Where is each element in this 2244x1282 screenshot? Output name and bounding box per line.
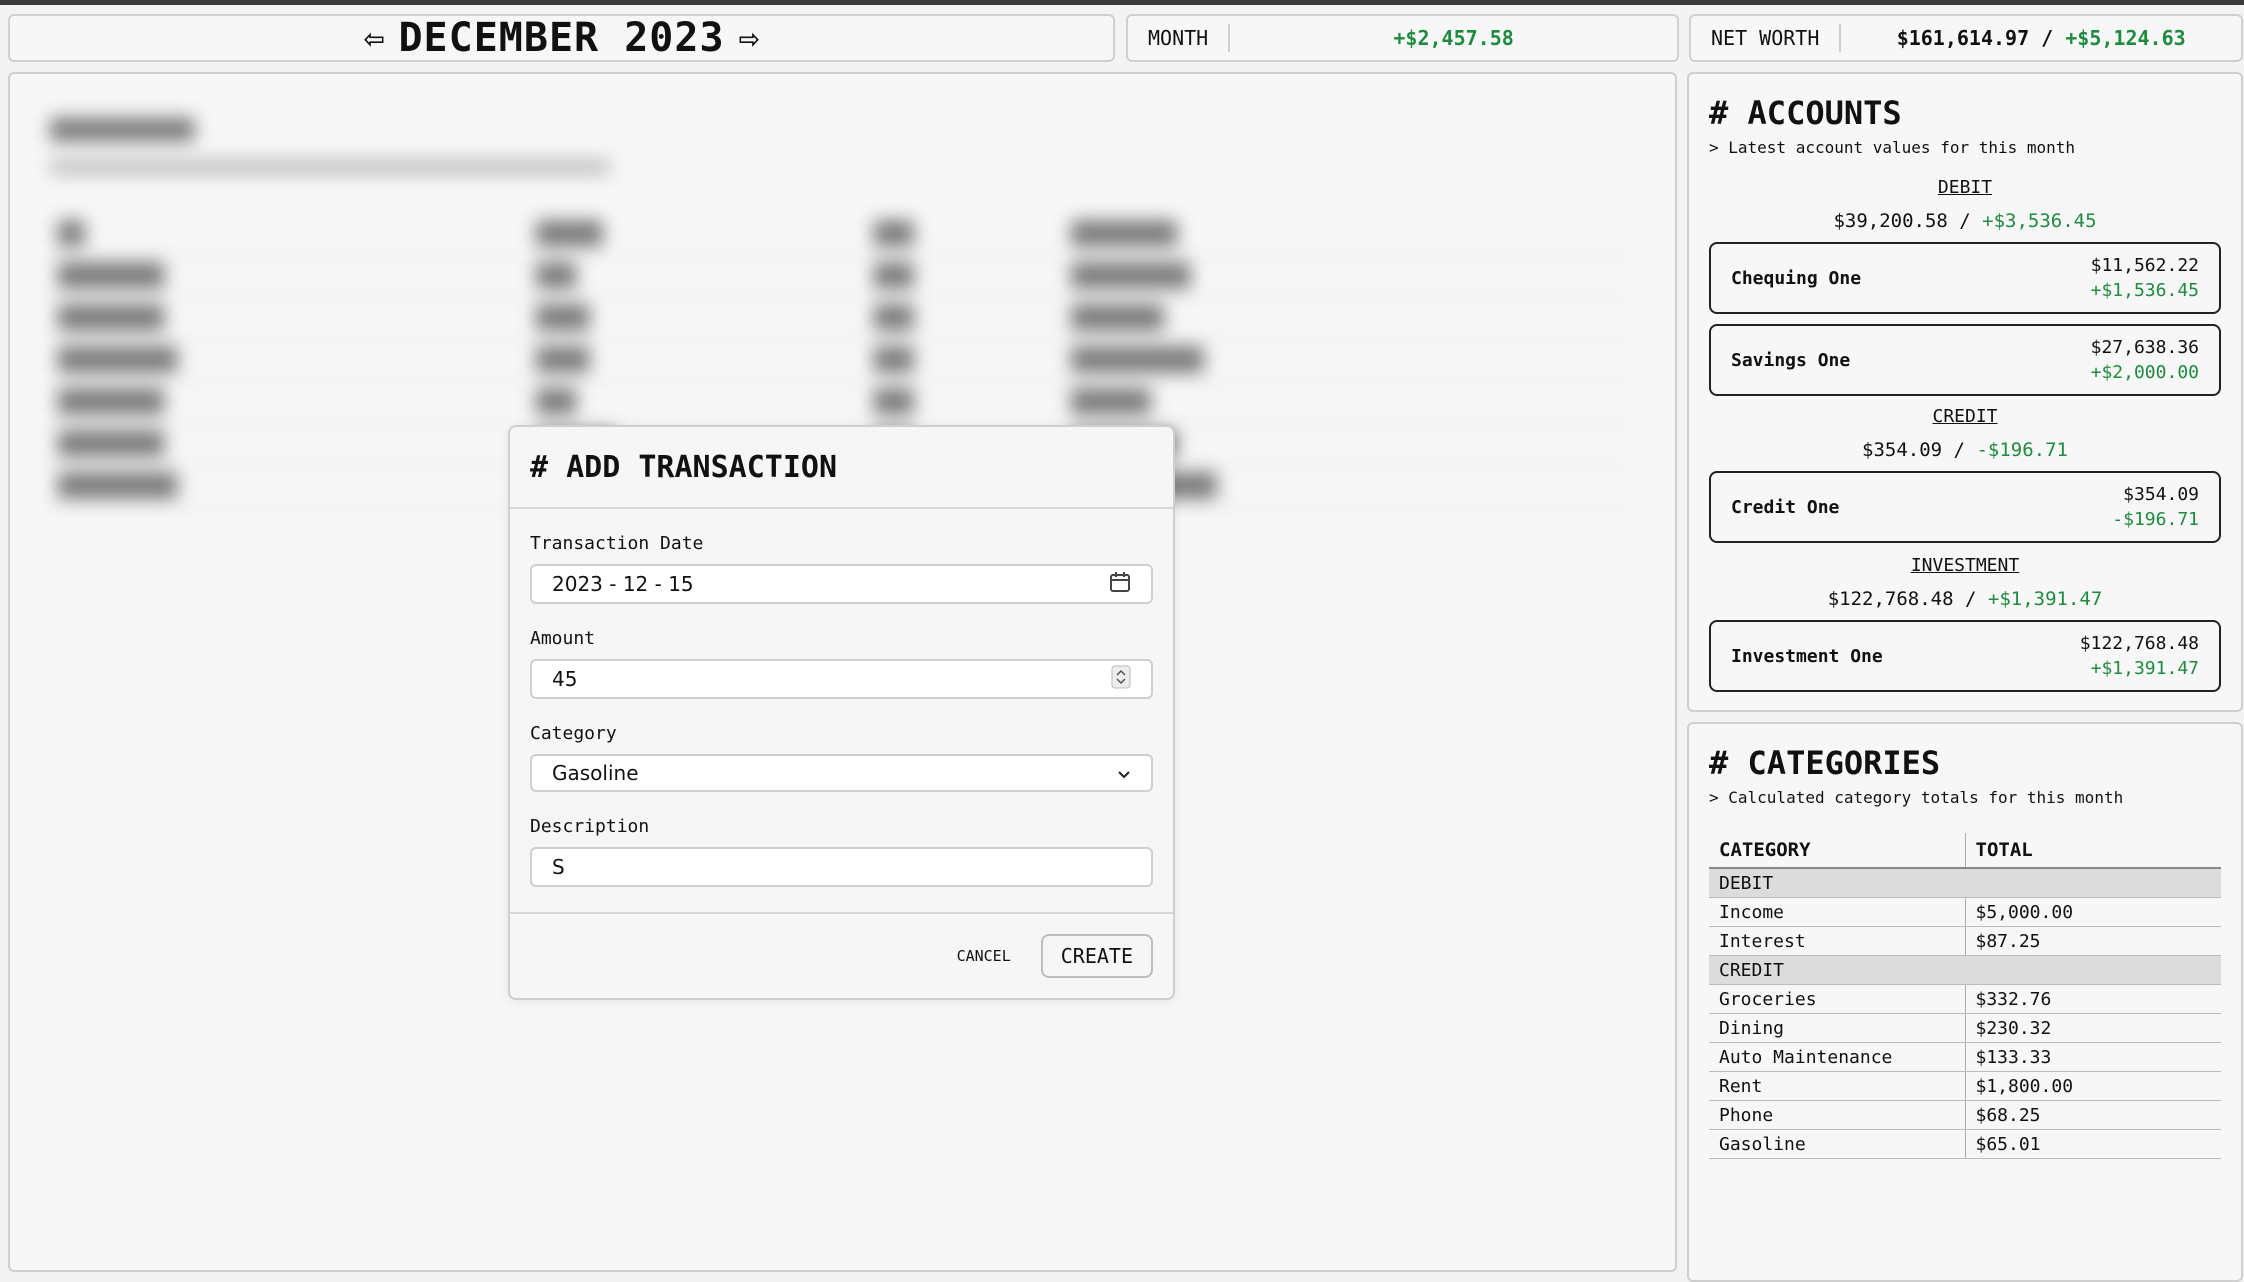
add-transaction-modal: # ADD TRANSACTION Transaction Date 2023 … — [508, 425, 1175, 1000]
account-name: Investment One — [1731, 645, 1883, 667]
table-row: Phone $68.25 — [1709, 1100, 2221, 1130]
net-worth-separator: / — [2029, 26, 2066, 50]
transaction-date-input[interactable]: 2023 - 12 - 15 — [530, 564, 1153, 604]
group-total-value: $39,200.58 — [1833, 210, 1948, 232]
categories-title: # CATEGORIES — [1709, 744, 1941, 782]
description-label: Description — [530, 816, 650, 837]
amount-input[interactable]: 45 — [530, 659, 1153, 699]
net-worth-summary: NET WORTH $161,614.97 / +$5,124.63 — [1689, 14, 2243, 62]
create-button[interactable]: CREATE — [1040, 934, 1153, 978]
month-value: +$2,457.58 — [1393, 26, 1514, 50]
category-total: $5,000.00 — [1964, 897, 2221, 927]
transaction-date-value: 2023 - 12 - 15 — [552, 572, 694, 596]
month-navigation: ⇦ DECEMBER 2023 ⇨ — [8, 14, 1115, 62]
column-header-total: TOTAL — [1964, 833, 2221, 869]
account-card-investment-one[interactable]: Investment One $122,768.48 +$1,391.47 — [1709, 620, 2221, 692]
description-value: S — [552, 855, 565, 879]
group-total-change: -$196.71 — [1976, 439, 2068, 461]
category-total: $87.25 — [1964, 926, 2221, 956]
categories-panel: # CATEGORIES > Calculated category total… — [1687, 722, 2243, 1282]
month-summary: MONTH +$2,457.58 — [1126, 14, 1679, 62]
table-group-row: CREDIT — [1709, 955, 2221, 985]
category-name: Groceries — [1709, 984, 1965, 1014]
account-change: +$1,536.45 — [2090, 280, 2199, 301]
group-label-credit: CREDIT — [1709, 955, 2221, 985]
account-card-chequing-one[interactable]: Chequing One $11,562.22 +$1,536.45 — [1709, 242, 2221, 314]
account-value: $122,768.48 — [2079, 633, 2199, 654]
table-row: Interest $87.25 — [1709, 926, 2221, 956]
account-group-investment-label: INVESTMENT — [1910, 555, 2020, 576]
category-name: Gasoline — [1709, 1129, 1965, 1159]
net-worth-value: $161,614.97 / +$5,124.63 — [1841, 26, 2241, 50]
month-label: MONTH — [1128, 24, 1231, 52]
table-row: Income $5,000.00 — [1709, 897, 2221, 927]
account-change: +$2,000.00 — [2090, 362, 2199, 383]
category-select[interactable]: Gasoline — [530, 754, 1153, 792]
table-row: Groceries $332.76 — [1709, 984, 2221, 1014]
account-group-debit-total: $39,200.58 / +$3,536.45 — [1833, 210, 2097, 232]
category-total: $332.76 — [1964, 984, 2221, 1014]
account-change: +$1,391.47 — [2090, 658, 2199, 679]
category-value: Gasoline — [552, 761, 639, 785]
category-name: Phone — [1709, 1100, 1965, 1130]
category-total: $65.01 — [1964, 1129, 2221, 1159]
account-card-savings-one[interactable]: Savings One $27,638.36 +$2,000.00 — [1709, 324, 2221, 396]
table-row: Auto Maintenance $133.33 — [1709, 1042, 2221, 1072]
net-worth-label: NET WORTH — [1691, 24, 1842, 52]
group-total-value: $122,768.48 — [1827, 588, 1954, 610]
category-label: Category — [530, 723, 617, 744]
account-card-credit-one[interactable]: Credit One $354.09 -$196.71 — [1709, 471, 2221, 543]
table-group-row: DEBIT — [1709, 868, 2221, 898]
account-name: Savings One — [1731, 349, 1851, 371]
table-header-row: CATEGORY TOTAL — [1709, 833, 2221, 869]
modal-title: # ADD TRANSACTION — [510, 427, 1173, 509]
account-group-credit-label: CREDIT — [1932, 406, 1998, 427]
account-change: -$196.71 — [2112, 509, 2199, 530]
prev-month-arrow-icon[interactable]: ⇦ — [364, 18, 384, 58]
accounts-title: # ACCOUNTS — [1709, 94, 1902, 132]
calendar-icon[interactable] — [1109, 571, 1131, 598]
next-month-arrow-icon[interactable]: ⇨ — [739, 18, 759, 58]
category-name: Income — [1709, 897, 1965, 927]
category-name: Auto Maintenance — [1709, 1042, 1965, 1072]
table-row: Rent $1,800.00 — [1709, 1071, 2221, 1101]
amount-value: 45 — [552, 667, 578, 691]
account-group-debit-label: DEBIT — [1937, 177, 1993, 198]
cancel-button[interactable]: CANCEL — [957, 947, 1011, 965]
net-worth-total: $161,614.97 — [1896, 26, 2030, 50]
amount-label: Amount — [530, 628, 596, 649]
group-total-change: +$3,536.45 — [1982, 210, 2097, 232]
table-row: Dining $230.32 — [1709, 1013, 2221, 1043]
category-name: Dining — [1709, 1013, 1965, 1043]
group-total-value: $354.09 — [1862, 439, 1943, 461]
table-row: Gasoline $65.01 — [1709, 1129, 2221, 1159]
category-total: $230.32 — [1964, 1013, 2221, 1043]
category-name: Rent — [1709, 1071, 1965, 1101]
month-title: DECEMBER 2023 — [398, 15, 725, 61]
account-value: $11,562.22 — [2090, 255, 2199, 276]
stepper-icon[interactable] — [1111, 665, 1131, 694]
account-group-credit-total: $354.09 / -$196.71 — [1862, 439, 2068, 461]
accounts-panel: # ACCOUNTS > Latest account values for t… — [1687, 72, 2243, 712]
category-total: $133.33 — [1964, 1042, 2221, 1072]
top-edge-bar — [0, 0, 2244, 5]
account-group-investment-total: $122,768.48 / +$1,391.47 — [1827, 588, 2103, 610]
category-total: $68.25 — [1964, 1100, 2221, 1130]
net-worth-change: +$5,124.63 — [2065, 26, 2186, 50]
category-total: $1,800.00 — [1964, 1071, 2221, 1101]
group-label-debit: DEBIT — [1709, 868, 2221, 898]
categories-subtitle: > Calculated category totals for this mo… — [1709, 788, 2124, 807]
account-name: Chequing One — [1731, 267, 1862, 289]
chevron-down-icon — [1117, 761, 1131, 785]
accounts-subtitle: > Latest account values for this month — [1709, 138, 2076, 157]
column-header-category: CATEGORY — [1709, 833, 1965, 869]
description-input[interactable]: S — [530, 847, 1153, 887]
group-total-change: +$1,391.47 — [1987, 588, 2103, 610]
transaction-date-label: Transaction Date — [530, 533, 704, 554]
account-name: Credit One — [1731, 496, 1840, 518]
account-value: $27,638.36 — [2090, 337, 2199, 358]
categories-table: CATEGORY TOTAL DEBIT Income $5,000.00 Int… — [1709, 833, 2221, 1159]
account-value: $354.09 — [2123, 484, 2199, 505]
category-name: Interest — [1709, 926, 1965, 956]
